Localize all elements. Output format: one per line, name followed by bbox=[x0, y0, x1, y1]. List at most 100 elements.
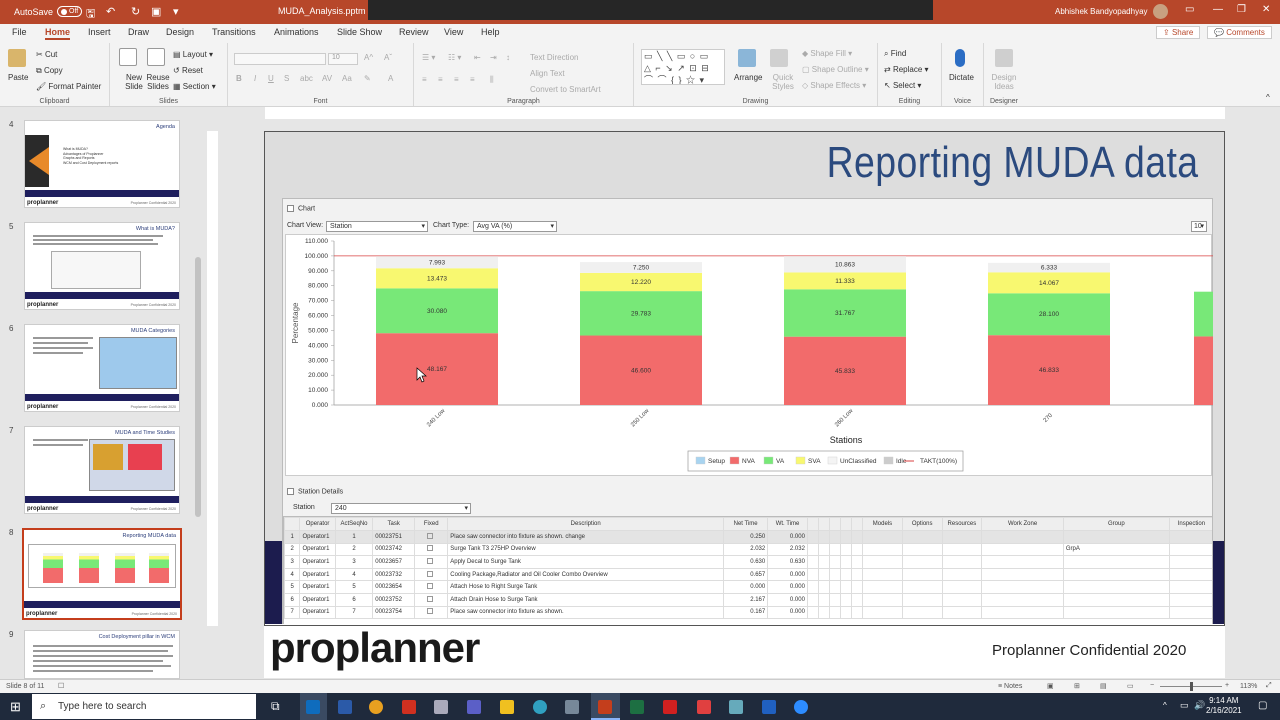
table-cell[interactable] bbox=[1062, 530, 1170, 544]
table-cell[interactable] bbox=[817, 530, 830, 544]
zoom-out-icon[interactable]: − bbox=[1150, 682, 1154, 689]
chart-count-box[interactable]: 10 bbox=[1191, 221, 1207, 232]
table-cell[interactable]: Cooling Package,Radiator and Oil Cooler … bbox=[447, 567, 725, 582]
normal-view-icon[interactable]: ▣ bbox=[1047, 682, 1054, 690]
table-cell[interactable] bbox=[817, 592, 830, 607]
table-cell[interactable] bbox=[981, 605, 1064, 620]
table-cell[interactable] bbox=[806, 567, 819, 582]
table-cell[interactable] bbox=[806, 580, 819, 594]
app-icon[interactable] bbox=[762, 700, 776, 714]
table-cell[interactable]: 2.167 bbox=[723, 592, 769, 607]
station-panel-header[interactable]: Station Details bbox=[287, 488, 343, 495]
shape-fill-button[interactable]: ◆ Shape Fill ▾ bbox=[802, 49, 852, 58]
table-cell[interactable]: 6 bbox=[334, 592, 374, 607]
table-cell[interactable]: 5 bbox=[334, 580, 374, 594]
table-cell[interactable] bbox=[1168, 530, 1212, 544]
table-cell[interactable] bbox=[851, 605, 864, 620]
table-cell[interactable]: Attach Hose to Right Surge Tank bbox=[447, 580, 725, 594]
notifications-icon[interactable]: ▢ bbox=[1258, 700, 1267, 711]
shapes-gallery[interactable]: ▭ ╲ ╲ ▭ ○ ▭ △ ⌐ ↘ ↗ ⊡ ⊟ ⌒ ⌒ { } ☆ ▾ bbox=[641, 49, 725, 85]
new-slide-icon[interactable] bbox=[119, 48, 137, 66]
table-cell[interactable] bbox=[862, 567, 903, 582]
table-cell[interactable] bbox=[851, 530, 864, 544]
task-view-icon[interactable]: ⧉ bbox=[271, 699, 280, 714]
align-text-button[interactable]: Align Text bbox=[530, 69, 565, 78]
table-cell[interactable] bbox=[941, 542, 983, 557]
table-cell[interactable] bbox=[981, 555, 1064, 569]
zoom-app-icon[interactable] bbox=[794, 700, 808, 714]
minimize-icon[interactable]: — bbox=[1213, 4, 1223, 15]
table-cell[interactable] bbox=[1062, 605, 1170, 620]
table-cell[interactable] bbox=[840, 580, 853, 594]
slide-logo[interactable]: proplanner bbox=[270, 624, 480, 672]
paste-button[interactable]: Paste bbox=[8, 73, 28, 82]
slide-confidential[interactable]: Proplanner Confidential 2020 bbox=[992, 642, 1186, 659]
app-icon[interactable] bbox=[434, 700, 448, 714]
slide-title[interactable]: Reporting MUDA data bbox=[826, 138, 1198, 188]
table-cell[interactable]: 1 bbox=[334, 530, 374, 544]
quick-styles-icon[interactable] bbox=[770, 49, 788, 67]
table-cell[interactable]: 0.167 bbox=[723, 605, 769, 620]
shrink-font-icon[interactable]: Aˇ bbox=[384, 53, 392, 62]
accessibility-icon[interactable]: ☐ bbox=[58, 682, 64, 690]
table-cell[interactable]: Place saw connector into fixture as show… bbox=[447, 605, 725, 620]
table-cell[interactable]: 4 bbox=[334, 567, 374, 582]
copy-button[interactable]: ⧉ Copy bbox=[36, 66, 63, 76]
tab-help[interactable]: Help bbox=[481, 27, 500, 37]
table-cell[interactable] bbox=[981, 542, 1064, 557]
reuse-slides-icon[interactable] bbox=[147, 48, 165, 66]
column-header[interactable]: Resources bbox=[941, 517, 983, 531]
table-cell[interactable] bbox=[851, 592, 864, 607]
table-cell[interactable]: 00023732 bbox=[372, 567, 416, 582]
chrome-icon[interactable] bbox=[369, 700, 383, 714]
table-cell[interactable] bbox=[840, 567, 853, 582]
table-cell[interactable] bbox=[862, 530, 903, 544]
table-cell[interactable] bbox=[1168, 542, 1212, 557]
table-cell[interactable] bbox=[901, 580, 943, 594]
table-cell[interactable] bbox=[817, 580, 830, 594]
shape-effects-button[interactable]: ◇ Shape Effects ▾ bbox=[802, 81, 866, 90]
table-cell[interactable] bbox=[941, 567, 983, 582]
fixed-checkbox[interactable] bbox=[414, 567, 449, 582]
slide-thumbnail-4[interactable]: Agenda What is MUDA? Advantages of Propl… bbox=[24, 120, 180, 208]
column-header[interactable]: Net Time bbox=[723, 517, 769, 531]
reset-button[interactable]: ↺ Reset bbox=[173, 66, 203, 75]
numbering-icon[interactable]: ☷ ▾ bbox=[448, 53, 461, 62]
column-header[interactable] bbox=[851, 517, 864, 531]
scrollbar-thumb[interactable] bbox=[195, 257, 201, 517]
table-cell[interactable] bbox=[806, 605, 819, 620]
table-cell[interactable]: Attach Drain Hose to Surge Tank bbox=[447, 592, 725, 607]
table-cell[interactable] bbox=[840, 592, 853, 607]
thumbnail-scrollbar[interactable] bbox=[193, 107, 203, 679]
table-cell[interactable] bbox=[901, 542, 943, 557]
table-cell[interactable] bbox=[806, 555, 819, 569]
table-cell[interactable]: Place saw connector into fixture as show… bbox=[447, 530, 725, 544]
table-cell[interactable] bbox=[828, 580, 842, 594]
table-cell[interactable]: 0.630 bbox=[723, 555, 769, 569]
close-icon[interactable]: ✕ bbox=[1262, 4, 1270, 15]
format-painter-button[interactable]: 🖌 Format Painter bbox=[36, 82, 101, 91]
table-cell[interactable] bbox=[981, 592, 1064, 607]
table-cell[interactable]: 5 bbox=[284, 580, 301, 594]
notes-button[interactable]: ≡ Notes bbox=[998, 683, 1022, 690]
table-cell[interactable] bbox=[862, 592, 903, 607]
table-cell[interactable] bbox=[828, 567, 842, 582]
file-explorer-icon[interactable] bbox=[500, 700, 514, 714]
table-cell[interactable]: 00023751 bbox=[372, 530, 416, 544]
user-name[interactable]: Abhishek Bandyopadhyay bbox=[1055, 7, 1148, 16]
align-center-icon[interactable]: ≡ bbox=[438, 75, 443, 84]
table-cell[interactable]: 6 bbox=[284, 592, 301, 607]
app-icon[interactable] bbox=[338, 700, 352, 714]
column-header[interactable] bbox=[284, 517, 301, 531]
table-cell[interactable] bbox=[901, 567, 943, 582]
slide-thumbnail-9[interactable]: Cost Deployment pillar in WCM bbox=[24, 630, 180, 679]
align-left-icon[interactable]: ≡ bbox=[422, 75, 427, 84]
table-cell[interactable] bbox=[941, 555, 983, 569]
table-cell[interactable] bbox=[941, 580, 983, 594]
fixed-checkbox[interactable] bbox=[414, 605, 449, 620]
text-direction-button[interactable]: Text Direction bbox=[530, 53, 578, 62]
quick-styles-button[interactable]: Quick Styles bbox=[768, 73, 798, 91]
powerpoint-icon[interactable] bbox=[598, 700, 612, 714]
strikethrough-icon[interactable]: abc bbox=[300, 74, 313, 83]
align-right-icon[interactable]: ≡ bbox=[454, 75, 459, 84]
